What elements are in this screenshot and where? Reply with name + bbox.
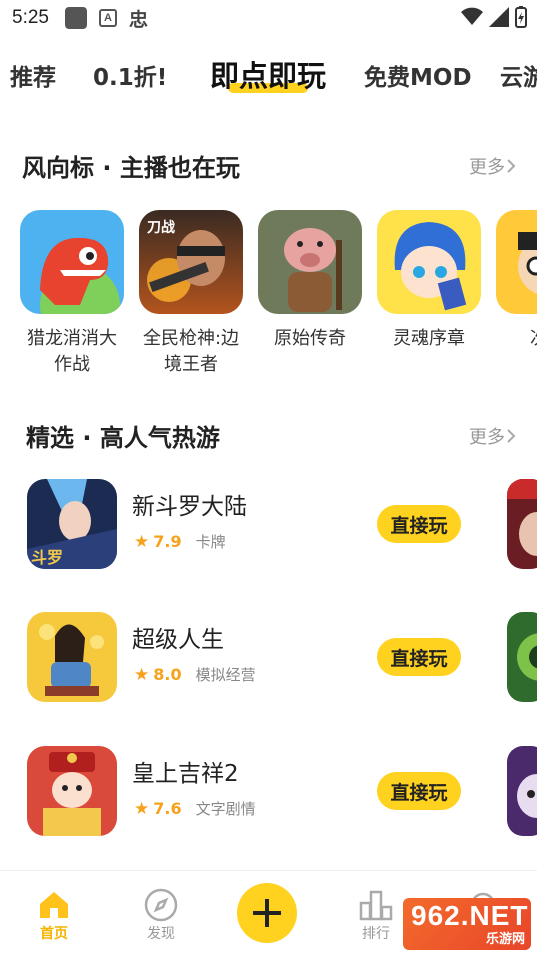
next-game-thumbnail[interactable] [507,612,537,702]
more-label: 更多 [469,156,505,178]
game-score: 7.9 [153,532,182,551]
section-streamers-title: 风向标 · 主播也在玩 [22,154,240,182]
play-now-button[interactable]: 直接玩 [377,505,461,543]
nav-discover-label: 发现 [147,926,175,942]
more-label: 更多 [469,426,505,448]
game-list-item[interactable]: 皇上吉祥2 ★ 7.6 文字剧情 直接玩 [0,746,537,842]
game-category: 卡牌 [195,533,226,551]
watermark-subtext: 乐游网 [485,931,525,946]
carousel-game[interactable]: 原始传奇 [257,210,363,378]
carousel-game-name: 次神 [495,326,537,378]
cartoon-icon [496,210,537,314]
game-icon: 斗罗 [27,479,117,569]
streamers-game-carousel[interactable]: 猎龙消消大作战 刀战 全民枪神:边境王者 原始传奇 灵魂序章 次神 [0,210,537,385]
home-icon [24,887,84,923]
plus-icon [253,899,281,927]
tab-discount[interactable]: 0.1折! [93,58,167,92]
game-score: 8.0 [153,665,182,684]
play-now-button[interactable]: 直接玩 [377,772,461,810]
bottom-navigation: 首页 发现 排行 962.NET 乐游网 [0,870,537,956]
play-now-button[interactable]: 直接玩 [377,638,461,676]
nav-home[interactable]: 首页 [24,887,84,943]
svg-text:斗罗: 斗罗 [31,548,63,567]
ranking-chart-icon [346,887,406,923]
carousel-game-name: 全民枪神:边境王者 [142,328,240,375]
next-game-thumbnail[interactable] [507,746,537,836]
game-meta: ★ 7.6 文字剧情 [134,798,256,819]
status-time: 5:25 [12,7,49,28]
compass-icon [131,887,191,923]
chevron-right-icon [507,158,516,173]
game-category: 模拟经营 [195,666,256,684]
star-icon: ★ [134,798,150,819]
nav-ranking-label: 排行 [362,926,390,942]
game-name: 新斗罗大陆 [132,494,247,520]
site-watermark-logo: 962.NET 乐游网 [403,898,531,950]
carousel-game-name: 猎龙消消大作战 [27,328,117,375]
game-meta: ★ 7.9 卡牌 [134,531,226,552]
tab-instant-play[interactable]: 即点即玩 [210,53,326,95]
section-popular-header: 精选 · 高人气热游 更多 [26,418,517,453]
wifi-icon [461,7,483,25]
game-list-item[interactable]: 斗罗 新斗罗大陆 ★ 7.9 卡牌 直接玩 [0,479,537,575]
carousel-game[interactable]: 猎龙消消大作战 [19,210,125,378]
section-popular-title: 精选 · 高人气热游 [26,424,220,452]
star-icon: ★ [134,531,150,552]
nav-discover[interactable]: 发现 [131,887,191,943]
chevron-right-icon [507,428,516,443]
game-name: 皇上吉祥2 [132,761,239,787]
tab-instant-play-label: 即点即玩 [210,59,327,93]
tab-cloud[interactable]: 云游 [500,58,537,92]
section-popular-more[interactable]: 更多 [469,423,517,449]
tab-free-mod[interactable]: 免费MOD [364,58,472,92]
carousel-game-name: 灵魂序章 [393,328,465,349]
game-score: 7.6 [153,799,182,818]
carousel-game[interactable]: 次神 [495,210,537,378]
nav-home-label: 首页 [40,926,68,942]
section-streamers-header: 风向标 · 主播也在玩 更多 [22,148,517,183]
letter-notification-icon: A [98,9,117,27]
game-name: 超级人生 [132,627,224,653]
carousel-game-name: 原始传奇 [274,328,346,349]
app-badge-icon: 忠 [128,8,148,31]
game-list-item[interactable]: 超级人生 ★ 8.0 模拟经营 直接玩 [0,612,537,708]
game-category: 文字剧情 [195,800,256,818]
app-notification-icon [64,7,87,29]
next-game-thumbnail[interactable] [507,479,537,569]
nav-ranking[interactable]: 排行 [346,887,406,943]
top-tab-bar: 推荐 0.1折! 即点即玩 免费MOD 云游 [0,36,537,120]
boar-warrior-icon [258,210,362,314]
carousel-game[interactable]: 刀战 全民枪神:边境王者 [138,210,244,378]
dinosaur-icon [20,210,124,314]
star-icon: ★ [134,664,150,685]
gunner-icon: 刀战 [139,210,243,314]
tab-recommend[interactable]: 推荐 [10,58,56,92]
svg-text:刀战: 刀战 [147,219,175,236]
carousel-game[interactable]: 灵魂序章 [376,210,482,378]
section-streamers-more[interactable]: 更多 [469,153,517,179]
game-icon [27,612,117,702]
status-bar: 5:25 A 忠 [0,0,537,36]
game-icon [27,746,117,836]
battery-icon [515,6,527,28]
game-meta: ★ 8.0 模拟经营 [134,664,256,685]
add-button[interactable] [237,883,297,943]
anime-hero-icon [377,210,481,314]
signal-icon [489,7,509,27]
